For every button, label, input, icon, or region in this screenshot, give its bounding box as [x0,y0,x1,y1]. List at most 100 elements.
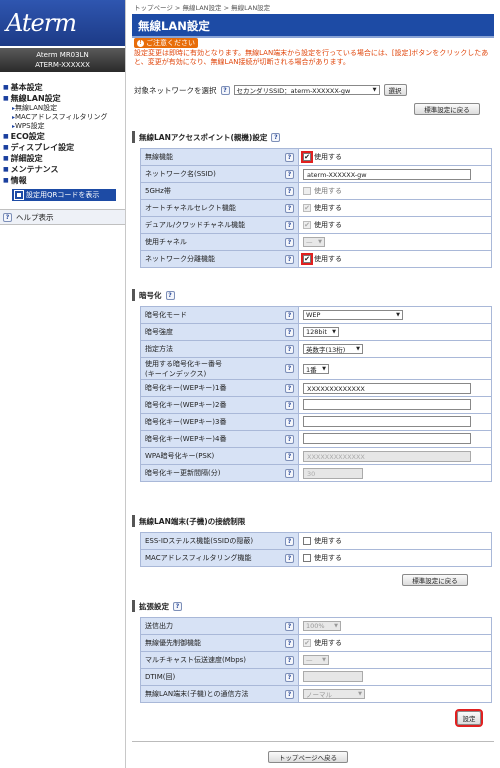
tx-power-select[interactable]: 100% ▼ [303,621,341,631]
encryption-strength-select[interactable]: 128bit ▼ [303,327,339,337]
connection-restriction-section: 無線LAN端末(子機)の接続制限 ESS-IDステルス機能(SSIDの隠蔽)? 使… [132,515,494,567]
5ghz-checkbox[interactable] [303,187,311,195]
table-row: 暗号化キー更新間隔(分)? 30 [140,464,492,482]
ssid-input[interactable]: aterm-XXXXXX-gw [303,168,471,180]
stealth-checkbox[interactable] [303,537,311,545]
help-icon[interactable]: ? [285,327,294,337]
key-update-interval-input[interactable]: 30 [303,467,363,479]
table-row: 5GHz帯? 使用する [140,182,492,200]
help-icon[interactable]: ? [173,601,182,611]
submenu-mac-filtering[interactable]: ▸MACアドレスフィルタリング [3,113,125,122]
menu-wireless-lan-settings[interactable]: ■ 無線LAN設定 [3,93,125,104]
help-icon[interactable]: ? [285,364,294,373]
wmm-checkbox[interactable]: ✔ [303,639,311,647]
target-network-row: 対象ネットワークを選択 ? セカンダリSSID：aterm-XXXXXX-gw ▼… [134,84,407,96]
menu-advanced-settings[interactable]: ■ 詳細設定 [3,153,125,164]
chevron-down-icon: ▼ [372,87,377,93]
chevron-down-icon: ▼ [332,329,336,335]
help-icon[interactable]: ? [285,468,294,478]
table-row: 無線機能? ✔ 使用する [140,148,492,166]
menu-info[interactable]: ■ 情報 [3,175,125,186]
qr-code-icon [14,190,24,200]
chevron-down-icon: ▼ [334,623,338,629]
table-row: 送信出力? 100% ▼ [140,617,492,635]
key-format-select[interactable]: 英数字(13桁) ▼ [303,344,363,354]
table-row: 暗号化キー(WEPキー)4番? [140,430,492,448]
page-title: 無線LAN設定 [138,19,210,33]
dual-channel-checkbox[interactable]: ✔ [303,221,311,229]
notice-text: 設定変更は即時に有効となります。無線LAN端末から設定を行っている場合には、[設… [134,49,489,66]
reset-defaults-button-bottom[interactable]: 標準設定に戻る [402,574,468,586]
help-link[interactable]: ? ヘルプ表示 [0,209,125,225]
help-icon[interactable]: ? [285,621,294,631]
encryption-mode-select[interactable]: WEP ▼ [303,310,403,320]
help-icon[interactable]: ? [285,152,294,162]
target-network-select[interactable]: セカンダリSSID：aterm-XXXXXX-gw ▼ [233,85,380,95]
page-title-bar: 無線LAN設定 [132,14,494,38]
help-icon[interactable]: ? [285,672,294,682]
help-icon[interactable]: ? [285,344,294,354]
help-icon: ? [3,212,12,222]
back-to-top-button[interactable]: トップページへ戻る [268,751,348,763]
chevron-down-icon: ▼ [322,365,326,372]
wep-key-3-input[interactable] [303,415,471,427]
menu-eco-settings[interactable]: ■ ECO設定 [3,131,125,142]
submenu-wireless-lan[interactable]: ▸無線LAN設定 [3,104,125,113]
help-icon[interactable]: ? [285,310,294,320]
table-row: 無線LAN端末(子機)との通信方法? ノーマル ▼ [140,685,492,703]
aterm-logo[interactable]: Aterm [0,0,125,46]
chevron-down-icon: ▼ [396,312,400,318]
help-icon[interactable]: ? [220,85,230,95]
help-icon[interactable]: ? [285,536,294,546]
help-icon[interactable]: ? [285,254,294,264]
network-isolation-checkbox[interactable]: ✔ [301,253,313,265]
help-icon[interactable]: ? [285,169,294,179]
mac-filter-checkbox[interactable] [303,554,311,562]
warning-icon: ! [137,39,144,47]
auto-channel-checkbox[interactable]: ✔ [303,204,311,212]
qr-code-button[interactable]: 設定用QRコードを表示 [12,189,116,201]
help-icon[interactable]: ? [285,400,294,410]
help-icon[interactable]: ? [285,638,294,648]
table-row: ネットワーク名(SSID)? aterm-XXXXXX-gw [140,165,492,183]
reset-defaults-button-top[interactable]: 標準設定に戻る [414,103,480,115]
communication-method-select[interactable]: ノーマル ▼ [303,689,365,699]
help-icon[interactable]: ? [285,434,294,444]
key-index-select[interactable]: 1番 ▼ [303,363,329,374]
submenu-wps[interactable]: ▸WPS設定 [3,122,125,131]
wpa-psk-input[interactable]: XXXXXXXXXXXXX [303,450,471,462]
table-row: 暗号化モード? WEP ▼ [140,306,492,324]
menu-basic-settings[interactable]: ■ 基本設定 [3,82,125,93]
help-icon[interactable]: ? [285,383,294,393]
sidebar: Aterm Aterm MR03LN ATERM-XXXXXX ■ 基本設定 ■ 無… [0,0,126,768]
bullet-icon: ■ [3,166,9,173]
wep-key-2-input[interactable] [303,398,471,410]
wireless-enable-checkbox[interactable]: ✔ [301,151,313,163]
help-icon[interactable]: ? [285,451,294,461]
device-id: ATERM-XXXXXX [35,61,90,69]
chevron-down-icon: ▼ [322,657,326,663]
help-icon[interactable]: ? [285,655,294,665]
wep-key-4-input[interactable] [303,432,471,444]
help-icon[interactable]: ? [285,237,294,247]
help-icon[interactable]: ? [285,220,294,230]
menu-display-settings[interactable]: ■ ディスプレイ設定 [3,142,125,153]
multicast-rate-select[interactable]: — ▼ [303,655,329,665]
help-icon[interactable]: ? [285,417,294,427]
help-icon[interactable]: ? [285,203,294,213]
help-icon[interactable]: ? [165,290,175,300]
help-icon[interactable]: ? [285,553,294,563]
help-icon[interactable]: ? [285,186,294,196]
wep-key-1-input[interactable]: XXXXXXXXXXXXX [303,382,471,394]
channel-select[interactable]: — ▼ [303,237,325,247]
help-icon[interactable]: ? [271,132,281,142]
help-icon[interactable]: ? [285,689,294,699]
chevron-down-icon: ▼ [356,346,360,352]
notice-badge: ! ご注意ください [134,38,198,48]
set-button[interactable]: 設定 [455,709,483,727]
select-network-button[interactable]: 選択 [383,84,407,96]
connection-restriction-table: ESS-IDステルス機能(SSIDの隠蔽)? 使用する MACアドレスフィルタリン… [140,532,492,567]
dtim-input[interactable] [303,670,363,682]
breadcrumb: トップページ > 無線LAN設定 > 無線LAN設定 [134,4,271,12]
menu-maintenance[interactable]: ■ メンテナンス [3,164,125,175]
